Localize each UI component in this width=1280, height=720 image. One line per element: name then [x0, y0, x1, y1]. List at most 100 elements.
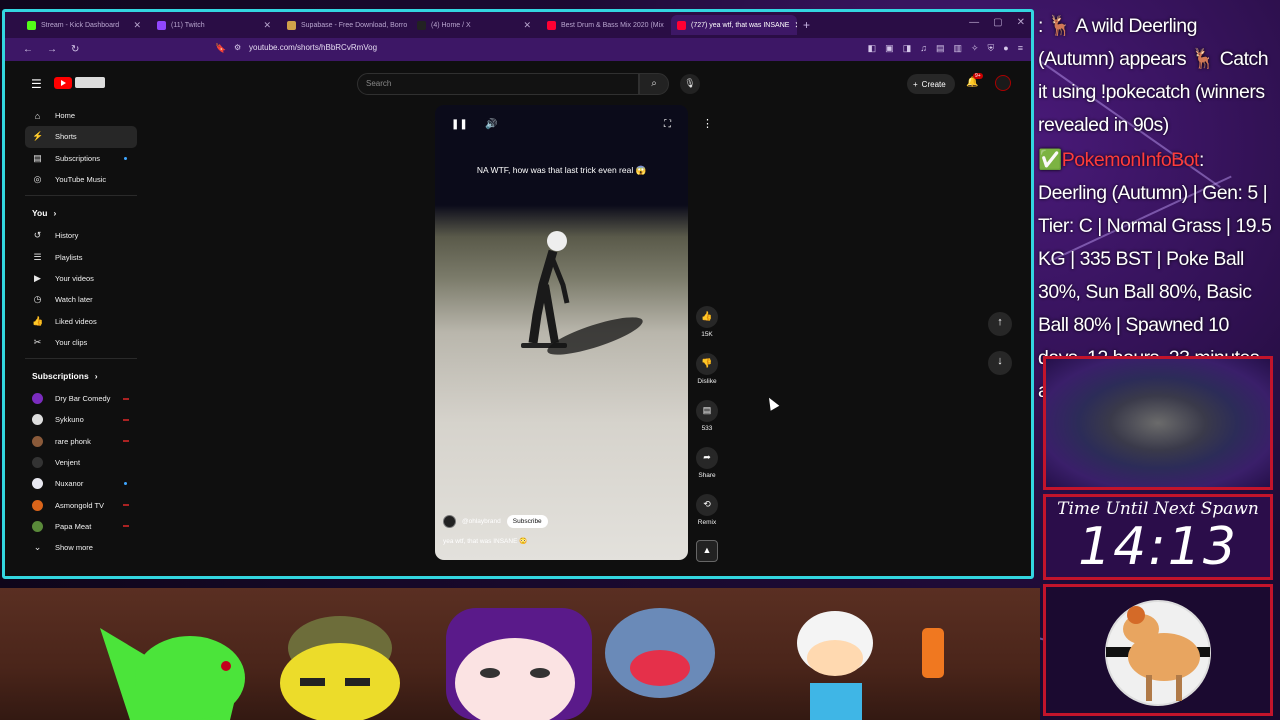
- account-avatar[interactable]: [995, 75, 1011, 91]
- channel-name[interactable]: @ohlaybrand: [462, 518, 501, 525]
- tab-close-icon[interactable]: ✕: [794, 20, 797, 31]
- browser-tab[interactable]: Best Drum & Bass Mix 2020 (Mix✕: [541, 15, 667, 35]
- tab-close-icon[interactable]: ✕: [263, 20, 271, 31]
- like-action[interactable]: 👍 15K: [695, 306, 719, 338]
- new-tab-icon[interactable]: +: [803, 18, 810, 32]
- subscriptions-section-heading[interactable]: Subscriptions ›: [25, 364, 137, 388]
- sidebar-item-history[interactable]: ↺ History: [25, 225, 137, 246]
- channel-avatar[interactable]: [443, 515, 456, 528]
- extension-icon[interactable]: ◧: [868, 43, 877, 54]
- spawn-animation-panel: [1043, 356, 1273, 490]
- previous-short-button[interactable]: ↑: [988, 312, 1012, 336]
- extension-icon[interactable]: ▥: [953, 43, 962, 54]
- reload-icon[interactable]: ↻: [71, 44, 79, 55]
- menu-icon[interactable]: ≡: [1018, 43, 1023, 54]
- url-text[interactable]: youtube.com/shorts/hBbRCvRmVog: [249, 43, 377, 52]
- sidebar-item-watch-later[interactable]: ◷ Watch later: [25, 289, 137, 310]
- channel-avatar: [32, 520, 43, 532]
- sidebar-item-label: Dry Bar Comedy: [55, 394, 111, 404]
- minimize-icon[interactable]: —: [969, 17, 979, 28]
- volume-icon[interactable]: 🔊: [485, 119, 497, 130]
- tab-label: (727) yea wtf, that was INSANE: [691, 21, 790, 29]
- youtube-logo[interactable]: [54, 77, 72, 89]
- sidebar-item-subscriptions[interactable]: ▤ Subscriptions: [25, 148, 137, 169]
- live-indicator: [123, 440, 129, 443]
- channel-avatar: [32, 457, 43, 468]
- you-section-heading[interactable]: You ›: [25, 201, 137, 225]
- search-input[interactable]: Search: [357, 73, 639, 95]
- sidebar-item-liked-videos[interactable]: 👍 Liked videos: [25, 310, 137, 331]
- sidebar-item-label: Sykkuno: [55, 415, 84, 425]
- live-indicator: [123, 525, 129, 528]
- sidebar-item-your-clips[interactable]: ✂ Your clips: [25, 332, 137, 353]
- channel-avatar: [32, 478, 43, 490]
- sidebar-item-your-videos[interactable]: ▶ Your videos: [25, 268, 137, 289]
- tab-label: (11) Twitch: [171, 21, 205, 29]
- music-icon[interactable]: ♫: [920, 43, 927, 54]
- comments-action[interactable]: ▤ 533: [695, 400, 719, 432]
- short-video-player[interactable]: ❚❚ 🔊 ⛶ NA WTF, how was that last trick e…: [435, 105, 688, 560]
- extension-icon[interactable]: ▤: [936, 43, 945, 54]
- forward-icon[interactable]: →: [47, 44, 57, 55]
- sidebar: ⌂ Home ⚡ Shorts ▤ Subscriptions ◎ YouTube Music…: [25, 105, 137, 558]
- dislike-action[interactable]: 👎 Dislike: [695, 353, 719, 385]
- like-icon[interactable]: 👍: [696, 306, 718, 328]
- sidebar-item-dry-bar-comedy[interactable]: Dry Bar Comedy: [25, 388, 137, 409]
- back-icon[interactable]: ←: [23, 44, 33, 55]
- remix-icon[interactable]: ⟲: [696, 494, 718, 516]
- extension-icon[interactable]: ◨: [903, 43, 912, 54]
- show-more-button[interactable]: ⌄ Show more: [25, 537, 137, 558]
- comment-icon[interactable]: ▤: [696, 400, 718, 422]
- show-more-label: Show more: [55, 543, 93, 553]
- profile-icon[interactable]: ●: [1003, 43, 1008, 54]
- sidebar-item-home[interactable]: ⌂ Home: [25, 105, 137, 126]
- browser-tab[interactable]: (727) yea wtf, that was INSANE ✕: [671, 15, 797, 35]
- shield-icon[interactable]: ⛨: [988, 43, 995, 54]
- bot-badge-icon: ✅: [1038, 149, 1062, 171]
- channel-row: @ohlaybrand Subscribe: [443, 515, 548, 528]
- sidebar-item-shorts[interactable]: ⚡ Shorts: [25, 126, 137, 148]
- dislike-icon[interactable]: 👎: [696, 353, 718, 375]
- browser-tab[interactable]: Supabase - Free Download, Borrow✕: [281, 15, 407, 35]
- sidebar-item-venjent[interactable]: Venjent: [25, 452, 137, 473]
- create-button[interactable]: + Create: [907, 74, 955, 94]
- comment-count: 533: [701, 425, 713, 432]
- sidebar-item-youtube-music[interactable]: ◎ YouTube Music: [25, 169, 137, 190]
- fullscreen-icon[interactable]: ⛶: [664, 119, 671, 130]
- share-action[interactable]: ➦ Share: [695, 447, 719, 479]
- tab-close-icon[interactable]: ✕: [133, 20, 141, 31]
- sidebar-item-papa-meat[interactable]: Papa Meat: [25, 516, 137, 537]
- sidebar-item-nuxanor[interactable]: Nuxanor: [25, 473, 137, 494]
- share-label: Share: [698, 472, 716, 479]
- sidebar-item-label: Subscriptions: [55, 153, 101, 163]
- subscribe-button[interactable]: Subscribe: [506, 515, 548, 528]
- sidebar-item-sykkuno[interactable]: Sykkuno: [25, 409, 137, 430]
- next-short-button[interactable]: ↓: [988, 351, 1012, 375]
- bookmark-icon[interactable]: 🔖: [215, 43, 226, 54]
- pause-icon[interactable]: ❚❚: [451, 119, 468, 130]
- maximize-icon[interactable]: ▢: [993, 17, 1002, 28]
- browser-tab[interactable]: (11) Twitch ✕: [151, 15, 277, 35]
- sidebar-item-asmongold-tv[interactable]: Asmongold TV: [25, 494, 137, 515]
- browser-tab[interactable]: Stream - Kick Dashboard ✕: [21, 15, 147, 35]
- search-icon: ⌕: [651, 78, 657, 89]
- sidebar-item-playlists[interactable]: ☰ Playlists: [25, 246, 137, 267]
- remix-action[interactable]: ⟲ Remix: [695, 494, 719, 526]
- search-button[interactable]: ⌕: [639, 73, 669, 95]
- hamburger-icon[interactable]: ☰: [31, 77, 42, 91]
- create-label: Create: [921, 79, 946, 89]
- extension-icon[interactable]: ✧: [971, 43, 979, 54]
- site-info-icon[interactable]: ⚙: [234, 43, 241, 52]
- voice-search-button[interactable]: 🎙: [680, 74, 700, 94]
- sidebar-item-rare-phonk[interactable]: rare phonk: [25, 431, 137, 452]
- more-options-icon[interactable]: ⋮: [702, 117, 713, 130]
- tab-label: Stream - Kick Dashboard: [41, 21, 120, 29]
- tab-close-icon[interactable]: ✕: [523, 20, 531, 31]
- extension-icon[interactable]: ▣: [885, 43, 894, 54]
- youtube-wordmark[interactable]: [75, 77, 105, 88]
- browser-tab[interactable]: (4) Home / X ✕: [411, 15, 537, 35]
- tab-favicon-icon: [157, 20, 166, 30]
- share-icon[interactable]: ➦: [696, 447, 718, 469]
- sound-avatar[interactable]: ▲: [696, 540, 718, 562]
- close-icon[interactable]: ✕: [1017, 17, 1025, 28]
